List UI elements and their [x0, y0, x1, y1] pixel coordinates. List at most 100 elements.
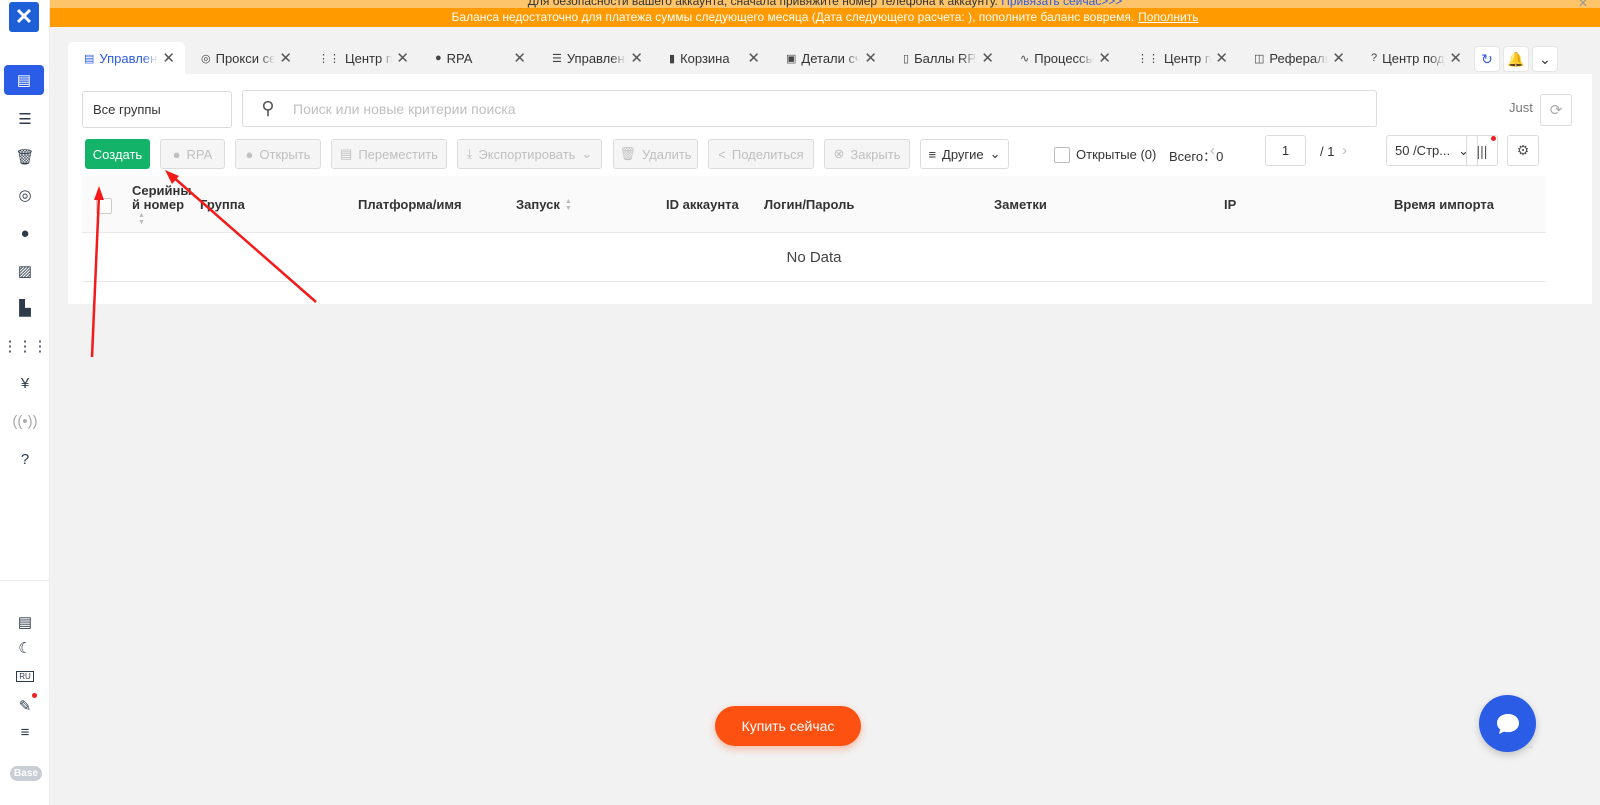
tab-11[interactable]: ◫ Рефералы ✕	[1238, 42, 1355, 74]
move-button[interactable]: ▤ Переместить	[331, 139, 447, 169]
column-login: Логин/Пароль	[764, 197, 855, 212]
tab-12[interactable]: ? Центр поддержки✕	[1355, 42, 1472, 74]
other-dropdown[interactable]: ≡ Другие ⌄	[920, 139, 1009, 169]
trash-icon: 🗑	[619, 146, 636, 161]
delete-button[interactable]: 🗑 Удалить	[613, 139, 698, 169]
tab-9[interactable]: ∿ Процессы ✕	[1004, 42, 1121, 74]
scroll-arrow-icon: →	[1524, 740, 1535, 752]
column-serial[interactable]: Серийный номер ▲ ▼	[132, 176, 192, 233]
close-icon[interactable]: ✕	[864, 49, 877, 67]
close-icon[interactable]: ✕	[396, 49, 409, 67]
close-icon[interactable]: ✕	[162, 49, 175, 67]
prev-page-button[interactable]: ‹	[1210, 142, 1215, 159]
share-button[interactable]: < Поделиться	[708, 139, 814, 169]
sidebar-item-stats[interactable]: ▨	[12, 258, 38, 284]
table-header: Серийный номер ▲ ▼ Группа Платформа/имя З…	[82, 176, 1546, 233]
settings-button[interactable]: ⚙	[1507, 135, 1539, 166]
empty-state: No Data	[82, 233, 1546, 282]
sidebar-item-company[interactable]: ▙	[12, 295, 38, 321]
trash-icon: ▮	[669, 52, 676, 65]
file-icon: ▯	[903, 52, 910, 65]
tab-list-button[interactable]: ⌄	[1532, 46, 1558, 72]
sidebar-item-trash[interactable]: 🗑	[12, 144, 38, 170]
tab-10[interactable]: ⋮⋮ Центр приложений✕	[1121, 42, 1238, 74]
close-icon[interactable]: ✕	[1578, 0, 1588, 8]
tab-label: Баллы RPA	[914, 50, 978, 66]
select-all-checkbox[interactable]	[96, 198, 112, 214]
app-logo[interactable]: ✕	[9, 2, 39, 32]
total-value: 0	[1216, 149, 1224, 164]
column-import-time: Время импорта	[1394, 197, 1494, 212]
sidebar-item-billing[interactable]: ¥	[12, 370, 38, 396]
sidebar-item-docs[interactable]: ▤	[12, 609, 38, 635]
close-icon[interactable]: ✕	[1098, 49, 1111, 67]
close-icon[interactable]: ✕	[279, 49, 292, 67]
tab-label: Центр поддержки	[1382, 50, 1445, 66]
tab-4[interactable]: ● RPA ✕	[419, 42, 536, 74]
export-button[interactable]: ⤓ Экспортировать ⌄	[457, 139, 602, 169]
sidebar-item-apps[interactable]: ⋮⋮⋮	[3, 333, 48, 359]
create-label: Создать	[92, 146, 143, 162]
tab-7[interactable]: ▣ Детали счета✕	[770, 42, 887, 74]
close-icon[interactable]: ✕	[630, 49, 643, 67]
close-icon[interactable]: ✕	[747, 49, 760, 67]
plan-badge: Base	[10, 766, 42, 781]
close-icon[interactable]: ✕	[1449, 49, 1462, 67]
chevron-down-icon: ⌄	[989, 146, 1001, 161]
page-total: / 1	[1320, 144, 1335, 159]
sidebar-item-servers[interactable]: ☰	[12, 106, 38, 132]
signal-icon: ◎	[201, 52, 211, 65]
tab-8[interactable]: ▯ Баллы RPA ✕	[887, 42, 1004, 74]
page-input[interactable]: 1	[1265, 135, 1306, 166]
search-box[interactable]: ⚲	[242, 90, 1377, 127]
reload-button[interactable]: ↻	[1474, 46, 1500, 72]
create-button[interactable]: Создать	[85, 139, 150, 169]
close-label: Закрыть	[850, 146, 901, 162]
doc-icon: ▤	[84, 52, 95, 65]
opened-checkbox[interactable]	[1054, 147, 1070, 163]
top-up-link[interactable]: Пополнить	[1138, 10, 1198, 24]
open-button[interactable]: ● Открыть	[235, 139, 321, 169]
chevron-down-icon: ⌄	[581, 146, 593, 161]
close-icon[interactable]: ✕	[1215, 49, 1228, 67]
sidebar-item-browser-management[interactable]: ▤	[4, 65, 44, 95]
tab-label: Детали счета	[801, 50, 861, 66]
sidebar-item-proxy[interactable]: ◎	[12, 182, 38, 208]
sidebar-item-collapse[interactable]: ≡	[12, 719, 38, 745]
refresh-button[interactable]: ⟳	[1540, 94, 1572, 126]
notifications-button[interactable]: 🔔	[1503, 46, 1529, 72]
tab-2[interactable]: ◎ Прокси серверы✕	[185, 42, 302, 74]
grid-icon: ⋮⋮⋮	[2, 338, 48, 355]
sidebar-item-broadcast[interactable]: ((•))	[12, 408, 38, 434]
close-icon[interactable]: ✕	[513, 49, 526, 67]
play-icon: ●	[245, 146, 254, 162]
close-button[interactable]: ⊗ Закрыть	[824, 139, 910, 169]
tab-6[interactable]: ▮ Корзина ✕	[653, 42, 770, 74]
tab-1[interactable]: ▤ Управление✕	[68, 42, 185, 74]
sidebar-item-language[interactable]: RU	[12, 663, 38, 689]
column-group: Группа	[200, 197, 245, 212]
sidebar-item-rpa[interactable]: ●	[12, 220, 38, 246]
bind-phone-link[interactable]: Привязать сейчас>>>	[1001, 0, 1122, 8]
tab-label: Прокси серверы	[215, 50, 276, 66]
download-icon: ⤓	[466, 146, 473, 161]
move-label: Переместить	[358, 146, 438, 162]
tab-3[interactable]: ⋮⋮ Центр приложений✕	[302, 42, 419, 74]
refresh-icon: ↻	[1481, 50, 1493, 67]
rpa-button[interactable]: ● RPA	[160, 139, 225, 169]
column-launch[interactable]: Запуск ▲ ▼	[516, 176, 572, 233]
group-select[interactable]: Все группы	[82, 91, 232, 128]
chevron-down-icon: ⌄	[1539, 50, 1551, 67]
buy-now-button[interactable]: Купить сейчас	[715, 706, 861, 746]
search-input[interactable]	[293, 100, 1376, 117]
close-icon[interactable]: ✕	[1332, 49, 1345, 67]
sidebar-item-theme[interactable]: ☾	[12, 635, 38, 661]
grid-icon: ⋮⋮	[1137, 52, 1159, 65]
page-size-select[interactable]: 50 /Стр... ⌄	[1386, 135, 1478, 166]
close-icon[interactable]: ✕	[981, 49, 994, 67]
tab-5[interactable]: ☰ Управление✕	[536, 42, 653, 74]
sidebar-item-help[interactable]: ?	[12, 446, 38, 472]
balance-banner-text: Баланса недостаточно для платежа суммы с…	[451, 10, 1135, 24]
next-page-button[interactable]: ›	[1342, 142, 1347, 159]
tab-bar: ▤Управление✕◎Прокси серверы✕⋮⋮Центр прил…	[68, 42, 1472, 74]
